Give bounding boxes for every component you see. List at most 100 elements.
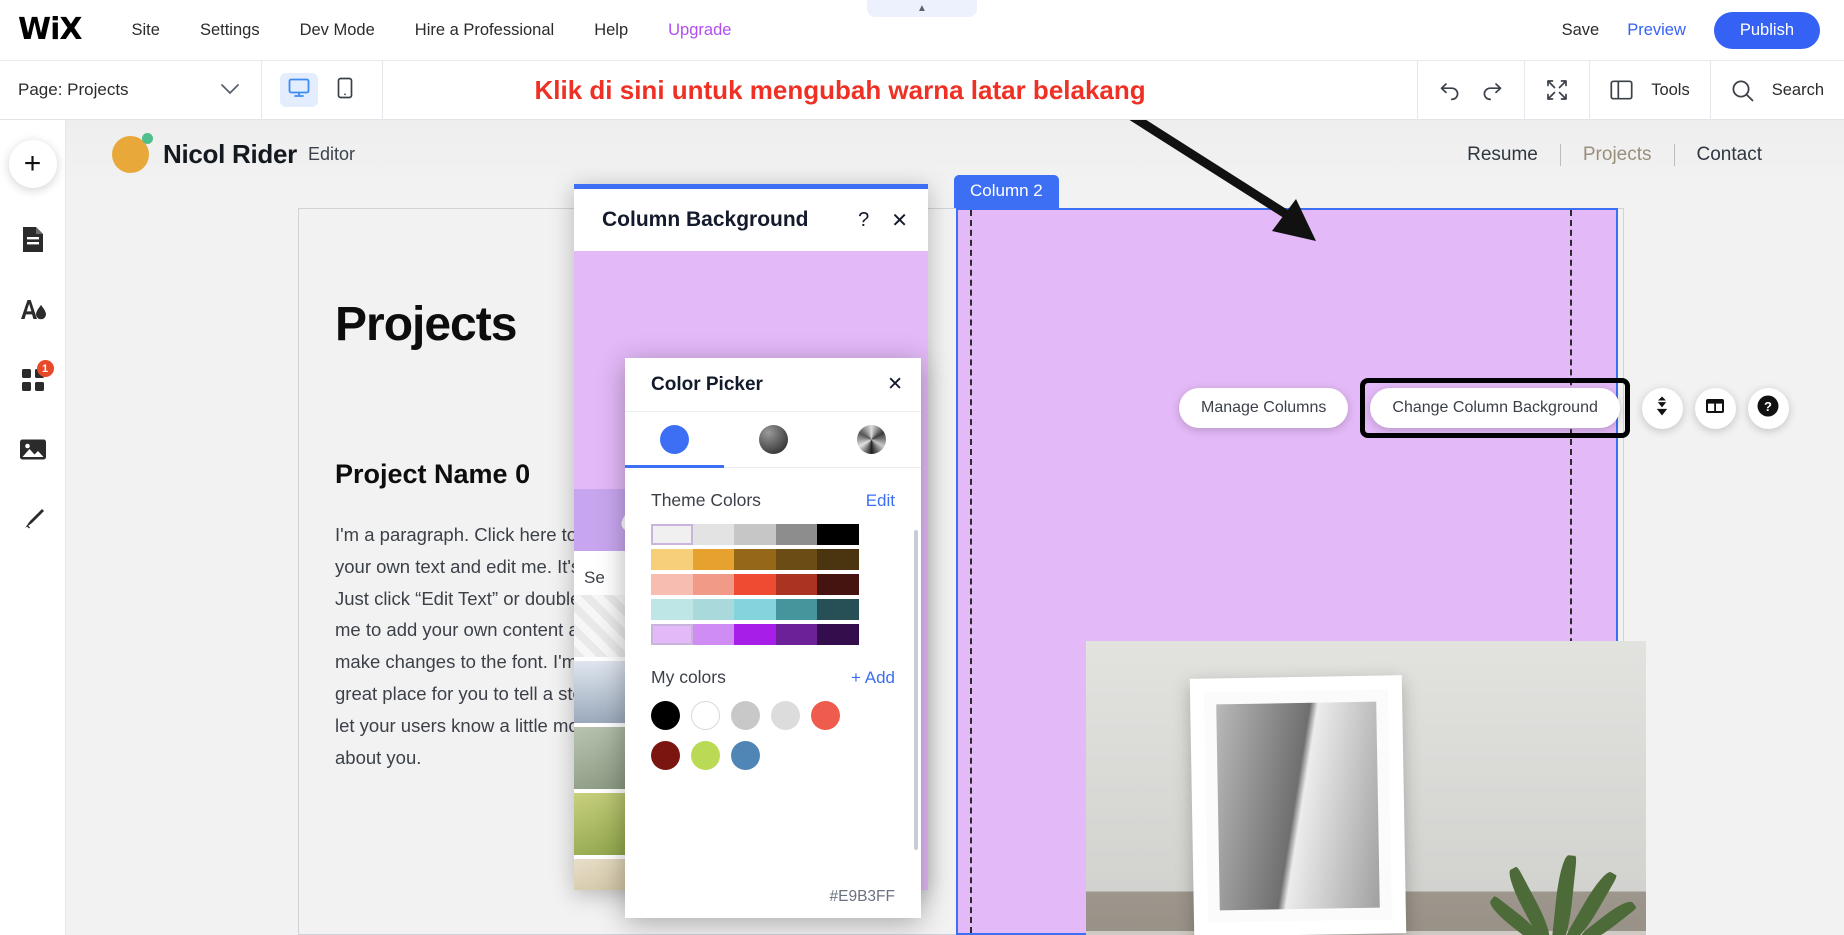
my-colors-header: My colors + Add bbox=[651, 667, 895, 688]
theme-color-swatch[interactable] bbox=[817, 574, 859, 595]
my-designs-icon bbox=[20, 507, 46, 538]
theme-color-swatch[interactable] bbox=[651, 599, 693, 620]
theme-color-swatch[interactable] bbox=[776, 599, 818, 620]
search-label: Search bbox=[1772, 81, 1824, 100]
potted-plant bbox=[1510, 811, 1630, 935]
pages-icon bbox=[21, 226, 45, 258]
theme-color-swatch[interactable] bbox=[693, 599, 735, 620]
redo-icon[interactable] bbox=[1480, 79, 1504, 101]
theme-color-swatch[interactable] bbox=[651, 549, 693, 570]
search-icon bbox=[1731, 79, 1754, 102]
theme-color-swatch-selected[interactable] bbox=[651, 624, 693, 645]
theme-color-swatch[interactable] bbox=[734, 624, 776, 645]
sidebar-item-add[interactable]: + bbox=[9, 140, 57, 188]
theme-color-swatch[interactable] bbox=[693, 574, 735, 595]
zoom-out-button[interactable] bbox=[1524, 61, 1589, 120]
tab-pattern[interactable] bbox=[822, 412, 921, 467]
theme-color-swatch[interactable] bbox=[776, 574, 818, 595]
sidebar-item-theme-design[interactable] bbox=[11, 290, 55, 334]
preview-button[interactable]: Preview bbox=[1627, 21, 1686, 40]
tools-button[interactable]: Tools bbox=[1589, 61, 1710, 120]
menu-settings[interactable]: Settings bbox=[200, 21, 260, 40]
theme-color-swatch[interactable] bbox=[817, 524, 859, 545]
my-color-swatch[interactable] bbox=[651, 701, 680, 730]
collapse-toolbar-notch[interactable]: ▲ bbox=[867, 0, 977, 17]
column-image[interactable] bbox=[1086, 641, 1646, 935]
site-nav-projects[interactable]: Projects bbox=[1561, 144, 1674, 166]
sidebar-item-media[interactable] bbox=[11, 430, 55, 474]
svg-text:?: ? bbox=[1764, 399, 1772, 414]
my-color-swatch[interactable] bbox=[771, 701, 800, 730]
desktop-view-button[interactable] bbox=[280, 73, 318, 107]
hex-value: #E9B3FF bbox=[830, 888, 895, 906]
help-button[interactable]: ? bbox=[1748, 388, 1789, 429]
page-selector[interactable]: Page: Projects bbox=[0, 61, 262, 120]
my-color-swatch[interactable] bbox=[691, 741, 720, 770]
edit-theme-colors-link[interactable]: Edit bbox=[866, 491, 895, 511]
menu-help[interactable]: Help bbox=[594, 21, 628, 40]
theme-color-swatch[interactable] bbox=[651, 524, 693, 545]
tab-gradient[interactable] bbox=[724, 412, 823, 467]
theme-color-swatch[interactable] bbox=[734, 549, 776, 570]
site-brand: Nicol Rider Editor bbox=[112, 136, 355, 173]
page-title[interactable]: Projects bbox=[335, 297, 516, 352]
search-button[interactable]: Search bbox=[1710, 61, 1844, 120]
layout-button[interactable] bbox=[1695, 388, 1736, 429]
tab-solid-color[interactable] bbox=[625, 412, 724, 467]
site-nav-contact[interactable]: Contact bbox=[1675, 144, 1784, 166]
project-name-heading[interactable]: Project Name 0 bbox=[335, 459, 530, 490]
mobile-icon bbox=[337, 77, 353, 104]
pattern-icon bbox=[857, 425, 886, 454]
sidebar-item-pages[interactable] bbox=[11, 220, 55, 264]
my-color-swatch[interactable] bbox=[811, 701, 840, 730]
my-color-swatch[interactable] bbox=[691, 701, 720, 730]
close-icon[interactable]: ✕ bbox=[891, 208, 908, 233]
publish-button[interactable]: Publish bbox=[1714, 12, 1820, 49]
page-selector-label: Page: Projects bbox=[18, 80, 129, 100]
theme-color-swatch[interactable] bbox=[734, 524, 776, 545]
my-color-swatch[interactable] bbox=[731, 701, 760, 730]
brand-name: Nicol Rider bbox=[163, 139, 297, 170]
theme-color-swatch[interactable] bbox=[776, 524, 818, 545]
column-2-tag: Column 2 bbox=[954, 175, 1059, 208]
sidebar-item-apps[interactable]: 1 bbox=[11, 360, 55, 404]
plus-icon: + bbox=[24, 149, 42, 179]
top-menu: Site Settings Dev Mode Hire a Profession… bbox=[132, 21, 732, 40]
theme-color-swatch[interactable] bbox=[776, 624, 818, 645]
menu-site[interactable]: Site bbox=[132, 21, 160, 40]
change-column-background-highlight: Change Column Background bbox=[1360, 378, 1629, 438]
column-action-toolbar: Manage Columns Change Column Background … bbox=[1179, 378, 1789, 438]
theme-color-swatch[interactable] bbox=[734, 574, 776, 595]
manage-columns-button[interactable]: Manage Columns bbox=[1179, 388, 1348, 428]
my-color-swatch[interactable] bbox=[731, 741, 760, 770]
close-icon[interactable]: ✕ bbox=[887, 373, 903, 396]
color-picker-header: Color Picker ✕ bbox=[625, 358, 921, 412]
theme-color-swatch[interactable] bbox=[776, 549, 818, 570]
menu-dev-mode[interactable]: Dev Mode bbox=[300, 21, 375, 40]
column-background-header: Column Background ? ✕ bbox=[574, 189, 928, 251]
menu-hire-a-professional[interactable]: Hire a Professional bbox=[415, 21, 554, 40]
save-button[interactable]: Save bbox=[1562, 21, 1600, 40]
my-color-swatch[interactable] bbox=[651, 741, 680, 770]
stretch-button[interactable] bbox=[1642, 388, 1683, 429]
question-mark-icon[interactable]: ? bbox=[858, 209, 869, 232]
theme-color-swatch[interactable] bbox=[693, 524, 735, 545]
wix-logo[interactable]: WiX bbox=[18, 15, 82, 45]
theme-color-swatch[interactable] bbox=[734, 599, 776, 620]
theme-color-swatch[interactable] bbox=[693, 624, 735, 645]
undo-icon[interactable] bbox=[1438, 79, 1462, 101]
menu-upgrade[interactable]: Upgrade bbox=[668, 21, 731, 40]
chevron-down-icon bbox=[221, 82, 239, 99]
change-column-background-button[interactable]: Change Column Background bbox=[1370, 388, 1619, 428]
mobile-view-button[interactable] bbox=[326, 73, 364, 107]
add-color-link[interactable]: + Add bbox=[851, 668, 895, 688]
theme-color-swatch[interactable] bbox=[817, 549, 859, 570]
theme-colors-grid bbox=[651, 524, 895, 645]
color-picker-scrollbar[interactable] bbox=[914, 530, 918, 850]
theme-color-swatch[interactable] bbox=[651, 574, 693, 595]
theme-color-swatch[interactable] bbox=[693, 549, 735, 570]
theme-color-swatch[interactable] bbox=[817, 599, 859, 620]
theme-color-swatch[interactable] bbox=[817, 624, 859, 645]
site-nav-resume[interactable]: Resume bbox=[1445, 144, 1560, 166]
sidebar-item-my-designs[interactable] bbox=[11, 500, 55, 544]
